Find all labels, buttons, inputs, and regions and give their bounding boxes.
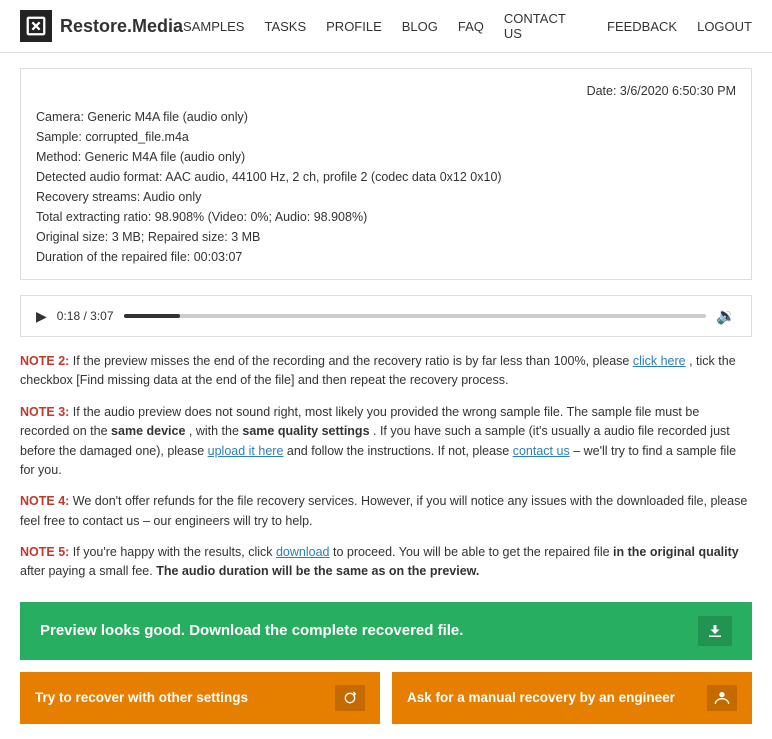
note-3-link2[interactable]: contact us bbox=[513, 444, 570, 458]
download-button-label: Preview looks good. Download the complet… bbox=[40, 622, 463, 639]
nav-blog[interactable]: BLOG bbox=[402, 19, 438, 34]
progress-fill bbox=[124, 314, 181, 318]
note-5-link[interactable]: download bbox=[276, 545, 330, 559]
info-line-3: Detected audio format: AAC audio, 44100 … bbox=[36, 167, 736, 187]
note-5-label: NOTE 5: bbox=[20, 545, 69, 559]
note-3: NOTE 3: If the audio preview does not so… bbox=[20, 403, 752, 481]
info-line-1: Sample: corrupted_file.m4a bbox=[36, 127, 736, 147]
note-3-link1[interactable]: upload it here bbox=[208, 444, 284, 458]
nav-logout[interactable]: LOGOUT bbox=[697, 19, 752, 34]
note-5-bold1: in the original quality bbox=[613, 545, 739, 559]
time-current: 0:18 bbox=[57, 309, 80, 323]
note-5-text-mid: after paying a small fee. bbox=[20, 564, 156, 578]
info-line-5: Total extracting ratio: 98.908% (Video: … bbox=[36, 207, 736, 227]
info-line-4: Recovery streams: Audio only bbox=[36, 187, 736, 207]
info-line-0: Camera: Generic M4A file (audio only) bbox=[36, 107, 736, 127]
note-5-text-after-link: to proceed. You will be able to get the … bbox=[333, 545, 613, 559]
engineer-icon bbox=[707, 685, 737, 711]
logo: Restore.Media bbox=[20, 10, 183, 42]
note-2-label: NOTE 2: bbox=[20, 354, 69, 368]
note-3-text4: and follow the instructions. If not, ple… bbox=[287, 444, 513, 458]
nav-contact-us[interactable]: CONTACT US bbox=[504, 11, 587, 41]
download-button[interactable]: Preview looks good. Download the complet… bbox=[20, 602, 752, 660]
nav-samples[interactable]: SAMPLES bbox=[183, 19, 244, 34]
note-2: NOTE 2: If the preview misses the end of… bbox=[20, 352, 752, 391]
nav-tasks[interactable]: TASKS bbox=[264, 19, 306, 34]
time-display: 0:18 / 3:07 bbox=[57, 309, 114, 323]
logo-text: Restore.Media bbox=[60, 16, 183, 37]
note-5-bold2: The audio duration will be the same as o… bbox=[156, 564, 479, 578]
progress-bar[interactable] bbox=[124, 314, 707, 318]
note-4: NOTE 4: We don't offer refunds for the f… bbox=[20, 492, 752, 531]
info-line-2: Method: Generic M4A file (audio only) bbox=[36, 147, 736, 167]
note-5-text-before: If you're happy with the results, click bbox=[73, 545, 276, 559]
info-box: Date: 3/6/2020 6:50:30 PM Camera: Generi… bbox=[20, 68, 752, 280]
note-5: NOTE 5: If you're happy with the results… bbox=[20, 543, 752, 582]
recover-other-settings-label: Try to recover with other settings bbox=[35, 690, 248, 705]
main-nav: SAMPLES TASKS PROFILE BLOG FAQ CONTACT U… bbox=[183, 11, 752, 41]
note-4-label: NOTE 4: bbox=[20, 494, 69, 508]
manual-recovery-button[interactable]: Ask for a manual recovery by an engineer bbox=[392, 672, 752, 724]
nav-feedback[interactable]: FEEDBACK bbox=[607, 19, 677, 34]
info-line-6: Original size: 3 MB; Repaired size: 3 MB bbox=[36, 227, 736, 247]
note-3-text2: , with the bbox=[189, 424, 243, 438]
note-4-text: We don't offer refunds for the file reco… bbox=[20, 494, 747, 527]
nav-profile[interactable]: PROFILE bbox=[326, 19, 382, 34]
note-3-label: NOTE 3: bbox=[20, 405, 69, 419]
play-button[interactable]: ▶ bbox=[36, 308, 47, 325]
bottom-buttons: Try to recover with other settings Ask f… bbox=[20, 672, 752, 724]
main-content: Date: 3/6/2020 6:50:30 PM Camera: Generi… bbox=[0, 53, 772, 739]
note-3-bold2: same quality settings bbox=[242, 424, 369, 438]
audio-player: ▶ 0:18 / 3:07 🔉 bbox=[20, 295, 752, 337]
recover-other-settings-button[interactable]: Try to recover with other settings bbox=[20, 672, 380, 724]
note-3-bold1: same device bbox=[111, 424, 185, 438]
notes-section: NOTE 2: If the preview misses the end of… bbox=[20, 352, 752, 582]
header: Restore.Media SAMPLES TASKS PROFILE BLOG… bbox=[0, 0, 772, 53]
volume-icon[interactable]: 🔉 bbox=[716, 306, 736, 326]
note-2-text-before: If the preview misses the end of the rec… bbox=[73, 354, 633, 368]
nav-faq[interactable]: FAQ bbox=[458, 19, 484, 34]
refresh-icon bbox=[335, 685, 365, 711]
note-2-link[interactable]: click here bbox=[633, 354, 686, 368]
manual-recovery-label: Ask for a manual recovery by an engineer bbox=[407, 690, 675, 705]
info-line-7: Duration of the repaired file: 00:03:07 bbox=[36, 247, 736, 267]
info-date: Date: 3/6/2020 6:50:30 PM bbox=[36, 81, 736, 101]
logo-icon bbox=[20, 10, 52, 42]
time-total: 3:07 bbox=[90, 309, 113, 323]
download-icon bbox=[698, 616, 732, 646]
